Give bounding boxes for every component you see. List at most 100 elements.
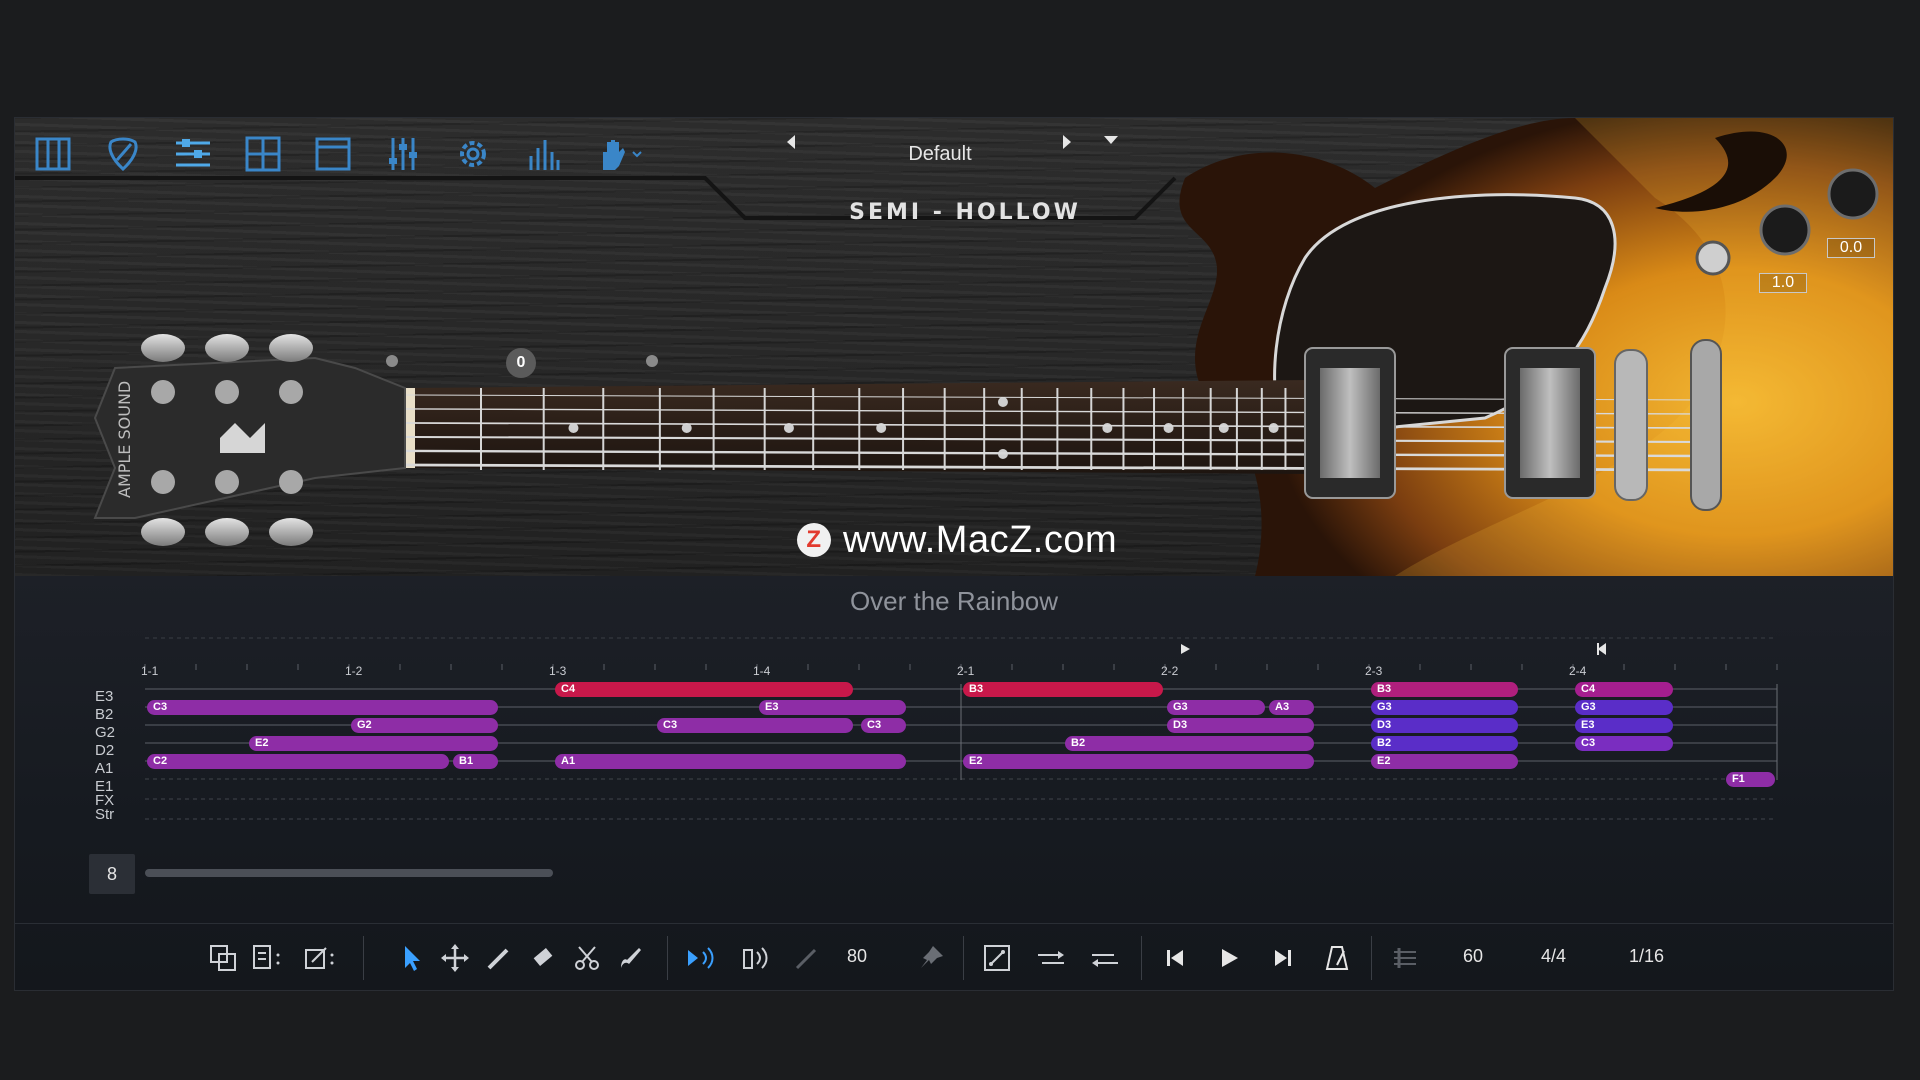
window-icon[interactable] xyxy=(313,134,353,174)
track-label: E3 xyxy=(95,688,114,705)
note-block[interactable]: D3 xyxy=(1167,718,1314,733)
note-block[interactable]: E2 xyxy=(249,736,498,751)
bar-count[interactable]: 8 xyxy=(89,854,135,894)
note-block[interactable]: D3 xyxy=(1371,718,1518,733)
preset-name[interactable]: Default xyxy=(825,134,1055,174)
tone-knob-value: 1.0 xyxy=(1759,273,1807,293)
track-label: A1 xyxy=(95,760,114,777)
bar-label: 2-4 xyxy=(1569,664,1587,678)
bridge-pickup xyxy=(1504,347,1596,499)
note-block[interactable]: C4 xyxy=(555,682,853,697)
note-block[interactable]: E3 xyxy=(1575,718,1673,733)
tempo-icon[interactable] xyxy=(1385,938,1425,978)
nut xyxy=(405,388,415,468)
note-block[interactable]: G2 xyxy=(351,718,498,733)
watermark-logo-icon: Z xyxy=(797,523,831,557)
note-block[interactable]: A1 xyxy=(555,754,906,769)
move-icon[interactable] xyxy=(435,938,475,978)
edit-menu-icon[interactable] xyxy=(301,938,341,978)
note-block[interactable]: B2 xyxy=(1065,736,1314,751)
note-block[interactable]: C2 xyxy=(147,754,449,769)
bar-label: 1-1 xyxy=(141,664,159,678)
app-window: AMPLE SOUND Default SEMI - HOLLOW 0 1.0 … xyxy=(14,117,1894,991)
metronome-icon[interactable] xyxy=(1317,938,1357,978)
velocity-value[interactable]: 80 xyxy=(847,946,867,967)
audition-icon[interactable] xyxy=(733,938,773,978)
instrument-title: SEMI - HOLLOW xyxy=(849,200,1081,225)
transpose-down-icon[interactable] xyxy=(1085,938,1125,978)
note-block[interactable]: E2 xyxy=(963,754,1314,769)
pencil-icon[interactable] xyxy=(479,938,519,978)
capo-position-label[interactable]: 0 xyxy=(506,348,536,378)
strummer-icon[interactable] xyxy=(173,134,213,174)
bar-label: 2-3 xyxy=(1365,664,1383,678)
eraser-icon[interactable] xyxy=(523,938,563,978)
note-block[interactable]: E3 xyxy=(759,700,906,715)
watermark: Z www.MacZ.com xyxy=(797,518,1117,562)
bridge xyxy=(1614,349,1648,501)
note-block[interactable]: B3 xyxy=(963,682,1163,697)
volume-knob-value: 0.0 xyxy=(1827,238,1875,258)
velocity-pencil-icon[interactable] xyxy=(787,938,827,978)
note-block[interactable]: A3 xyxy=(1269,700,1314,715)
quantize-icon[interactable] xyxy=(977,938,1017,978)
copy-icon[interactable] xyxy=(203,938,243,978)
pickup-selector-switch[interactable] xyxy=(1695,240,1731,276)
guitar-illustration: AMPLE SOUND xyxy=(15,118,1893,576)
note-block[interactable]: C3 xyxy=(861,718,906,733)
play-icon[interactable] xyxy=(1209,938,1249,978)
track-label: G2 xyxy=(95,724,116,741)
volume-knob[interactable] xyxy=(1827,168,1879,220)
note-block[interactable]: C3 xyxy=(147,700,498,715)
guitar-pick-icon[interactable] xyxy=(103,134,143,174)
note-block[interactable]: G3 xyxy=(1371,700,1518,715)
bar-label: 1-3 xyxy=(549,664,567,678)
scissors-icon[interactable] xyxy=(567,938,607,978)
transpose-up-icon[interactable] xyxy=(1031,938,1071,978)
note-block[interactable]: B2 xyxy=(1371,736,1518,751)
skip-forward-icon[interactable] xyxy=(1263,938,1303,978)
loop-end-marker[interactable] xyxy=(1597,643,1606,655)
tone-knob[interactable] xyxy=(1759,204,1811,256)
gear-icon[interactable] xyxy=(453,134,493,174)
note-block[interactable]: G3 xyxy=(1167,700,1265,715)
play-follow-icon[interactable] xyxy=(681,938,721,978)
time-signature[interactable]: 4/4 xyxy=(1541,946,1566,967)
skip-back-icon[interactable] xyxy=(1155,938,1195,978)
pin-icon[interactable] xyxy=(911,938,951,978)
bar-label: 2-1 xyxy=(957,664,975,678)
chord-grid-icon[interactable] xyxy=(243,134,283,174)
instrument-stage: AMPLE SOUND Default SEMI - HOLLOW 0 1.0 … xyxy=(15,118,1893,576)
track-label: B2 xyxy=(95,706,114,723)
note-block[interactable]: C3 xyxy=(1575,736,1673,751)
playhead-marker[interactable] xyxy=(1181,644,1190,654)
preset-prev-button[interactable] xyxy=(785,134,813,174)
preset-menu-button[interactable] xyxy=(1103,134,1131,174)
note-block[interactable]: B1 xyxy=(453,754,498,769)
note-block[interactable]: C3 xyxy=(657,718,853,733)
bar-label: 1-4 xyxy=(753,664,771,678)
preset-selector: Default xyxy=(785,134,1135,174)
select-cursor-icon[interactable] xyxy=(391,938,431,978)
eq-bars-icon[interactable] xyxy=(523,134,563,174)
tempo-value[interactable]: 60 xyxy=(1463,946,1483,967)
brush-icon[interactable] xyxy=(611,938,651,978)
tools-transport-bar: 80 60 4/4 1/16 xyxy=(15,923,1893,990)
note-block[interactable]: E2 xyxy=(1371,754,1518,769)
watermark-text: www.MacZ.com xyxy=(843,518,1118,561)
track-label: Str xyxy=(95,806,115,823)
piano-keys-icon[interactable] xyxy=(33,134,73,174)
note-block[interactable]: C4 xyxy=(1575,682,1673,697)
hand-icon[interactable] xyxy=(593,134,647,174)
track-label: D2 xyxy=(95,742,115,759)
horizontal-scrollbar[interactable] xyxy=(145,869,553,877)
tailpiece xyxy=(1690,339,1722,511)
note-block[interactable]: F1 xyxy=(1725,772,1775,787)
bar-label: 2-2 xyxy=(1161,664,1179,678)
quantize-value[interactable]: 1/16 xyxy=(1629,946,1664,967)
mixer-sliders-icon[interactable] xyxy=(383,134,423,174)
document-menu-icon[interactable] xyxy=(247,938,287,978)
preset-next-button[interactable] xyxy=(1061,134,1089,174)
note-block[interactable]: B3 xyxy=(1371,682,1518,697)
note-block[interactable]: G3 xyxy=(1575,700,1673,715)
